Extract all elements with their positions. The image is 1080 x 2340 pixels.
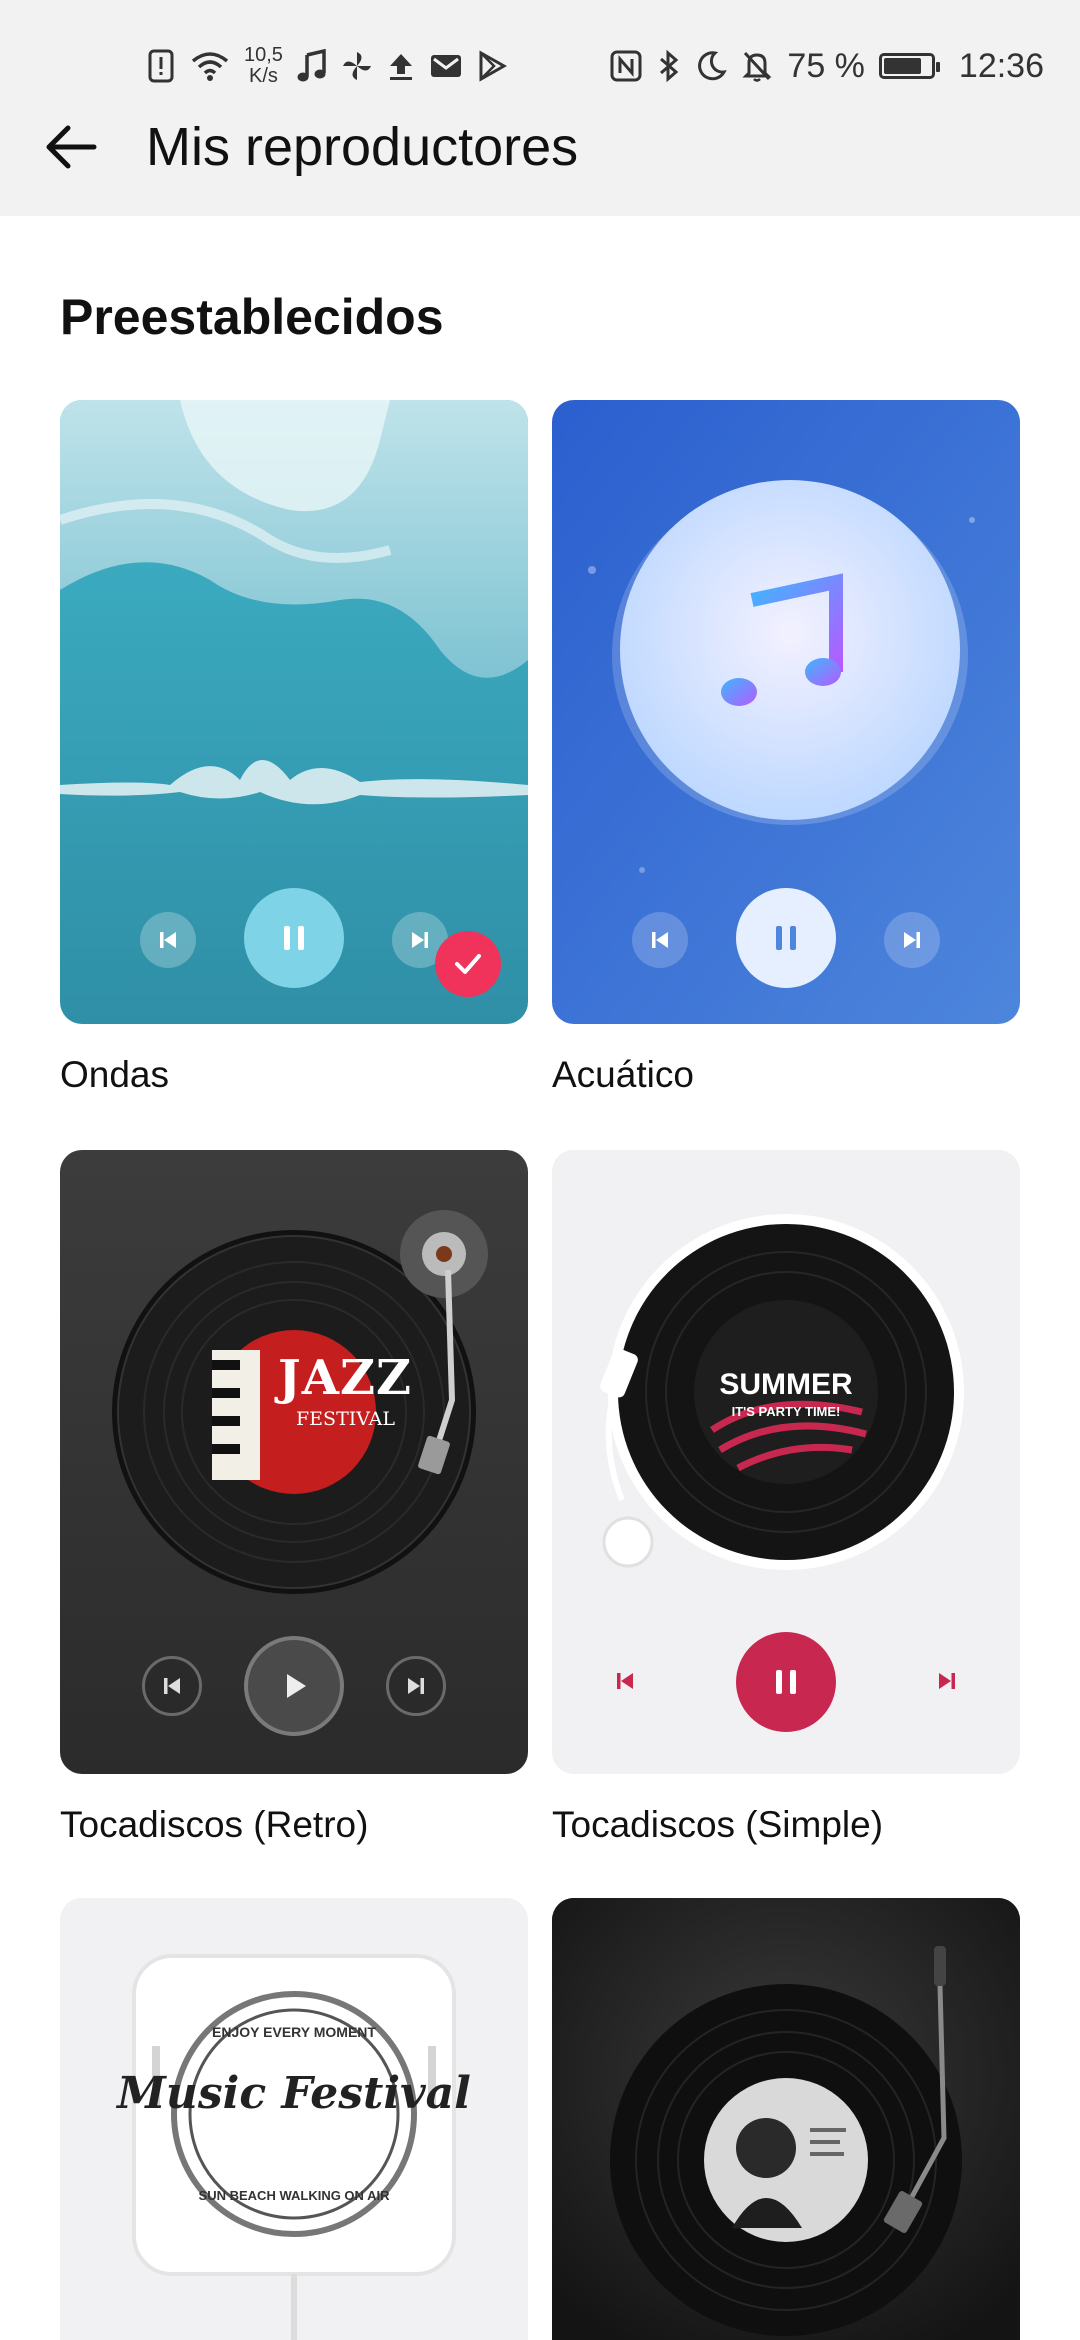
festival-art-top: ENJOY EVERY MOMENT (212, 2024, 376, 2040)
festival-art-bottom: SUN BEACH WALKING ON AIR (198, 2188, 390, 2203)
prev-button[interactable] (600, 1656, 650, 1706)
festival-art-title: Music Festival (117, 2068, 471, 2119)
section-title: Preestablecidos (60, 289, 444, 345)
prev-button[interactable] (632, 912, 688, 968)
next-button[interactable] (922, 1656, 972, 1706)
pause-button[interactable] (244, 888, 344, 988)
player-card-festival[interactable]: ENJOY EVERY MOMENT Music Festival SUN BE… (60, 1898, 528, 2340)
pinwheel-icon (341, 50, 373, 82)
prev-button[interactable] (140, 912, 196, 968)
summer-art-title: SUMMER (719, 1368, 853, 1401)
mail-icon (429, 52, 463, 80)
player-card-acuatico[interactable] (552, 400, 1020, 1024)
moon-icon (695, 50, 728, 82)
jazz-art-subtitle: FESTIVAL (296, 1408, 396, 1430)
player-card-simple[interactable]: SUMMER IT'S PARTY TIME! (552, 1150, 1020, 1774)
player-label: Acuático (552, 1054, 694, 1095)
upload-icon (387, 50, 415, 82)
clock: 12:36 (958, 46, 1044, 85)
battery-percent: 75 % (787, 46, 865, 85)
pause-button[interactable] (736, 1632, 836, 1732)
music-note-icon (297, 49, 327, 83)
player-label: Ondas (60, 1054, 170, 1095)
player-label: Tocadiscos (Retro) (60, 1804, 369, 1845)
net-speed-unit: K/s (249, 65, 278, 87)
player-card-retro[interactable]: JAZZ FESTIVAL (60, 1150, 528, 1774)
player-card-ondas[interactable] (60, 400, 528, 1024)
jazz-art-title: JAZZ (278, 1350, 413, 1406)
nfc-icon (609, 49, 643, 83)
net-speed: 10,5 K/s (244, 45, 283, 87)
player-label: Tocadiscos (Simple) (552, 1804, 884, 1845)
play-store-icon (477, 50, 507, 82)
net-speed-value: 10,5 (244, 44, 283, 66)
wifi-icon (190, 50, 230, 82)
top-bar: 10,5 K/s 75 % 12:36 Mis reproductores (0, 0, 1080, 216)
play-button[interactable] (244, 1636, 344, 1736)
back-arrow-icon[interactable] (38, 112, 108, 182)
status-bar-right: 75 % 12:36 (609, 40, 1044, 92)
summer-art-subtitle: IT'S PARTY TIME! (731, 1404, 841, 1419)
prev-button[interactable] (142, 1656, 202, 1716)
status-bar-left: 10,5 K/s (146, 40, 507, 92)
player-card-dark[interactable] (552, 1898, 1020, 2340)
next-button[interactable] (884, 912, 940, 968)
dark-preview (552, 1898, 1020, 2340)
selected-check-icon (435, 931, 501, 997)
pause-button[interactable] (736, 888, 836, 988)
page-title: Mis reproductores (146, 117, 579, 177)
bluetooth-icon (657, 49, 681, 83)
bell-off-icon (741, 49, 773, 83)
alert-icon (146, 49, 176, 83)
next-button[interactable] (386, 1656, 446, 1716)
battery-icon (878, 53, 940, 79)
